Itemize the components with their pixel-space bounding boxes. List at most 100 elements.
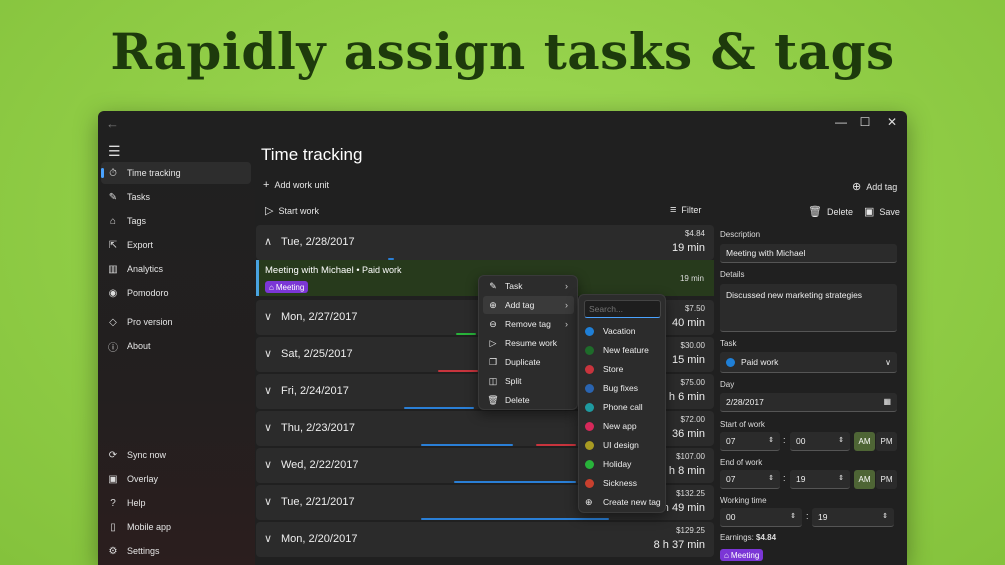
- filter-button[interactable]: ≡ Filter: [670, 204, 701, 216]
- sidebar-item-pomodoro[interactable]: ◉ Pomodoro: [101, 282, 251, 304]
- day-amount: $72.00: [680, 415, 705, 424]
- save-label: Save: [879, 206, 900, 217]
- time-separator: :: [806, 511, 809, 521]
- sidebar-item-help[interactable]: ? Help: [101, 492, 251, 514]
- am-toggle[interactable]: AM: [854, 432, 875, 451]
- add-tag-button[interactable]: ⊕ Add tag: [852, 180, 897, 193]
- tag-item-label: Phone call: [603, 402, 643, 412]
- sidebar-item-analytics[interactable]: ▥ Analytics: [101, 258, 251, 280]
- menu-item-task[interactable]: ✎ Task ›: [483, 277, 574, 295]
- description-field[interactable]: Meeting with Michael: [720, 244, 897, 263]
- menu-item-resume-work[interactable]: ▷ Resume work: [483, 334, 574, 352]
- tag-badge[interactable]: ⌂ Meeting: [720, 549, 764, 561]
- task-color-dot: [726, 357, 735, 367]
- day-amount: $4.84: [684, 229, 705, 238]
- chevron-down-icon[interactable]: ∨: [264, 347, 272, 360]
- sidebar-item-label: About: [127, 341, 151, 351]
- tag-item-phone-call[interactable]: Phone call: [585, 398, 643, 416]
- chevron-down-icon[interactable]: ∨: [264, 495, 272, 508]
- day-amount: $75.00: [680, 378, 705, 387]
- pm-toggle[interactable]: PM: [876, 470, 897, 489]
- chevron-down-icon[interactable]: ∨: [264, 532, 272, 545]
- menu-item-add-tag[interactable]: ⊕ Add tag ›: [483, 296, 574, 314]
- day-duration: 19 min: [671, 242, 705, 254]
- chart-icon: ▥: [108, 263, 118, 275]
- entry-title-text: Meeting with Michael: [265, 265, 354, 276]
- tag-search-input[interactable]: [584, 300, 661, 318]
- duplicate-icon: ❐: [488, 356, 498, 367]
- close-icon[interactable]: ✕: [882, 115, 902, 133]
- tag-item-store[interactable]: Store: [585, 360, 623, 378]
- diamond-icon: ◇: [109, 316, 117, 328]
- tag-item-ui-design[interactable]: UI design: [585, 436, 639, 454]
- add-work-unit-label: Add work unit: [274, 180, 329, 190]
- chevron-down-icon[interactable]: ∨: [264, 421, 272, 434]
- start-work-button[interactable]: ▷ Start work: [265, 204, 319, 217]
- start-hour-field[interactable]: 07 ⇕: [720, 432, 780, 451]
- tag-item-holiday[interactable]: Holiday: [585, 455, 631, 473]
- sidebar-item-export[interactable]: ⇱ Export: [101, 234, 251, 256]
- tag-item-vacation[interactable]: Vacation: [585, 322, 635, 340]
- tag-item-label: Sickness: [603, 478, 638, 488]
- context-menu: ✎ Task › ⊕ Add tag › ⊖ Remove tag › ▷ Resume wo…: [478, 275, 578, 410]
- time-bar: [536, 444, 576, 446]
- sidebar-item-tasks[interactable]: ✎ Tasks: [101, 186, 251, 208]
- task-label: Task: [720, 339, 737, 348]
- chevron-up-icon[interactable]: ∧: [264, 235, 272, 248]
- add-work-unit-button[interactable]: + Add work unit: [263, 179, 329, 191]
- day-label: Day: [720, 380, 735, 389]
- tag-item-new-feature[interactable]: New feature: [585, 341, 649, 359]
- tag-color-dot: [585, 421, 594, 431]
- chevron-down-icon[interactable]: ∨: [264, 384, 272, 397]
- create-new-tag-button[interactable]: ⊕ Create new tag: [585, 493, 661, 511]
- sidebar-item-sync-now[interactable]: ⟳ Sync now: [101, 444, 251, 466]
- maximize-icon[interactable]: ☐: [855, 115, 875, 133]
- save-button[interactable]: ▣ Save: [864, 205, 900, 218]
- tag-submenu: Vacation New feature Store Bug fixes Pho…: [578, 294, 666, 513]
- sidebar-item-time-tracking[interactable]: ⏱ Time tracking: [101, 162, 251, 184]
- menu-item-delete[interactable]: 🗑 Delete: [483, 391, 574, 409]
- day-row[interactable]: ∨ Mon, 2/20/2017 $129.25 8 h 37 min: [256, 522, 714, 557]
- chevron-down-icon[interactable]: ∨: [264, 458, 272, 471]
- back-icon[interactable]: ←: [106, 116, 119, 131]
- sidebar-item-pro-version[interactable]: ◇ Pro version: [101, 311, 251, 333]
- day-value: 2/28/2017: [726, 397, 764, 407]
- pm-toggle[interactable]: PM: [876, 432, 897, 451]
- start-of-work-label: Start of work: [720, 420, 765, 429]
- earnings-text: Earnings: $4.84: [720, 533, 776, 542]
- sidebar-item-overlay[interactable]: ▣ Overlay: [101, 468, 251, 490]
- end-minute-field[interactable]: 19 ⇕: [790, 470, 850, 489]
- am-toggle[interactable]: AM: [854, 470, 875, 489]
- working-minutes-value: 19: [818, 512, 828, 522]
- working-time-label: Working time: [720, 496, 767, 505]
- menu-item-remove-tag[interactable]: ⊖ Remove tag ›: [483, 315, 574, 333]
- working-minutes-field[interactable]: 19 ⇕: [812, 508, 894, 527]
- sidebar-item-label: Tasks: [127, 192, 151, 202]
- tag-item-sickness[interactable]: Sickness: [585, 474, 637, 492]
- sidebar-item-label: Analytics: [127, 264, 164, 274]
- menu-item-split[interactable]: ◫ Split: [483, 372, 574, 390]
- add-tag-label: Add tag: [866, 181, 898, 192]
- sidebar-item-tags[interactable]: ⌂ Tags: [101, 210, 251, 232]
- sidebar-item-about[interactable]: ⓘ About: [101, 335, 251, 357]
- add-tag-icon: ⊕: [852, 181, 862, 193]
- tag-item-bug-fixes[interactable]: Bug fixes: [585, 379, 638, 397]
- tag-badge[interactable]: ⌂ Meeting: [265, 281, 309, 293]
- day-date: Sat, 2/25/2017: [281, 348, 353, 360]
- end-hour-field[interactable]: 07 ⇕: [720, 470, 780, 489]
- start-minute-field[interactable]: 00 ⇕: [790, 432, 850, 451]
- tag-item-new-app[interactable]: New app: [585, 417, 637, 435]
- sidebar-item-settings[interactable]: ⚙ Settings: [101, 540, 251, 562]
- menu-item-duplicate[interactable]: ❐ Duplicate: [483, 353, 574, 371]
- working-hours-field[interactable]: 00 ⇕: [720, 508, 802, 527]
- delete-button[interactable]: 🗑 Delete: [808, 205, 853, 218]
- minimize-icon[interactable]: —: [831, 115, 851, 133]
- sidebar-item-mobile-app[interactable]: ▯ Mobile app: [101, 516, 251, 538]
- hamburger-icon[interactable]: ☰: [108, 143, 121, 160]
- day-row[interactable]: ∧ Tue, 2/28/2017 $4.84 19 min: [256, 225, 714, 260]
- day-picker[interactable]: 2/28/2017 ▦: [720, 393, 897, 412]
- details-field[interactable]: Discussed new marketing strategies: [720, 284, 897, 332]
- headline: Rapidly assign tasks & tags: [110, 22, 895, 81]
- chevron-down-icon[interactable]: ∨: [264, 310, 272, 323]
- task-select[interactable]: Paid work ∨: [720, 352, 897, 373]
